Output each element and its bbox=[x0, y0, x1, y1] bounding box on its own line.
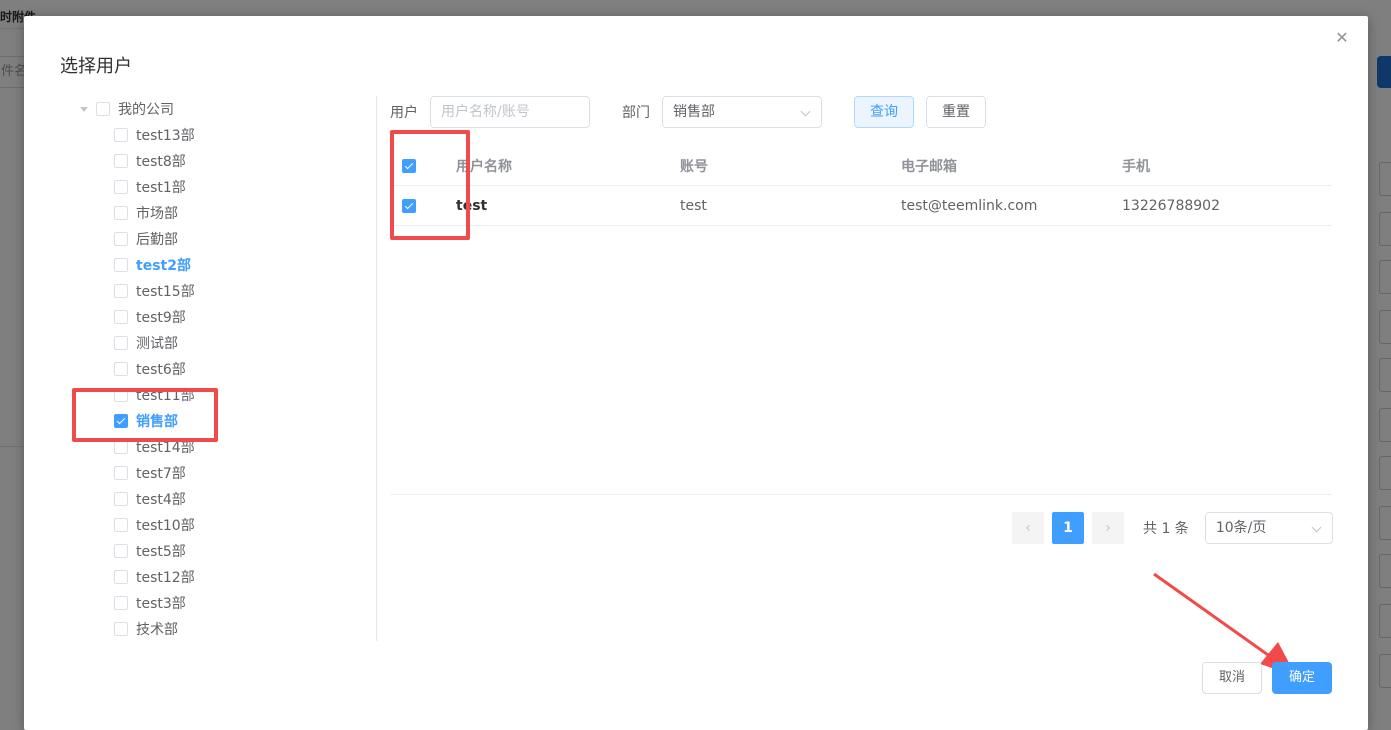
tree-node-label: 测试部 bbox=[136, 336, 178, 352]
tree-node-checkbox[interactable] bbox=[114, 232, 128, 246]
tree-node-label: test12部 bbox=[136, 570, 195, 586]
chevron-down-icon bbox=[1311, 522, 1322, 533]
column-header-name: 用户名称 bbox=[456, 158, 512, 175]
table-bottom-border bbox=[390, 494, 1332, 495]
user-search-input[interactable]: 用户名称/账号 bbox=[430, 96, 590, 128]
table-row[interactable]: test test test@teemlink.com 13226788902 bbox=[390, 186, 1332, 226]
tree-node-checkbox[interactable] bbox=[114, 180, 128, 194]
tree-node-label: 市场部 bbox=[136, 206, 178, 222]
tree-node-checkbox[interactable] bbox=[114, 336, 128, 350]
column-header-email: 电子邮箱 bbox=[901, 158, 957, 175]
tree-node-checkbox[interactable] bbox=[114, 440, 128, 454]
chevron-down-icon bbox=[800, 106, 811, 117]
confirm-button[interactable]: 确定 bbox=[1271, 662, 1332, 694]
tree-node[interactable]: test2部 bbox=[114, 252, 376, 278]
tree-node-label: test3部 bbox=[136, 596, 186, 612]
close-icon[interactable]: ✕ bbox=[1334, 30, 1350, 46]
tree-node-checkbox[interactable] bbox=[114, 310, 128, 324]
tree-node[interactable]: test15部 bbox=[114, 278, 376, 304]
tree-node-checkbox[interactable] bbox=[114, 622, 128, 636]
tree-node[interactable]: 市场部 bbox=[114, 200, 376, 226]
column-header-phone: 手机 bbox=[1122, 158, 1150, 175]
tree-node-checkbox[interactable] bbox=[114, 362, 128, 376]
tree-node-checkbox[interactable] bbox=[114, 518, 128, 532]
tree-root-checkbox[interactable] bbox=[96, 102, 110, 116]
tree-node-checkbox[interactable] bbox=[114, 284, 128, 298]
tree-node-checkbox[interactable] bbox=[114, 258, 128, 272]
tree-node-label: 后勤部 bbox=[136, 232, 178, 248]
tree-node[interactable]: test3部 bbox=[114, 590, 376, 616]
tree-node[interactable]: test7部 bbox=[114, 460, 376, 486]
tree-node[interactable]: test6部 bbox=[114, 356, 376, 382]
dept-select-value: 销售部 bbox=[673, 104, 715, 120]
dept-label: 部门 bbox=[622, 105, 650, 121]
department-tree: 我的公司 test13部 test8部 test1部 市场部 后勤部 test2部 test… bbox=[76, 96, 376, 642]
cancel-button[interactable]: 取消 bbox=[1201, 662, 1262, 694]
column-header-account: 账号 bbox=[680, 158, 708, 175]
tree-node-label: test6部 bbox=[136, 362, 186, 378]
user-label: 用户 bbox=[390, 105, 418, 121]
total-count: 共 1 条 bbox=[1143, 521, 1189, 537]
dept-select[interactable]: 销售部 bbox=[662, 96, 822, 128]
tree-node-label: test10部 bbox=[136, 518, 195, 534]
search-bar: 用户 用户名称/账号 部门 销售部 查询 重置 bbox=[390, 96, 986, 128]
query-button[interactable]: 查询 bbox=[854, 96, 914, 128]
tree-root-label: 我的公司 bbox=[118, 102, 174, 118]
pagination: ‹ 1 › 共 1 条 10条/页 bbox=[1012, 512, 1333, 544]
tree-root-node[interactable]: 我的公司 bbox=[76, 96, 376, 122]
tree-node-label: test2部 bbox=[136, 258, 191, 274]
tree-node-checkbox[interactable] bbox=[114, 570, 128, 584]
tree-node-checkbox[interactable] bbox=[114, 596, 128, 610]
tree-node-label: test7部 bbox=[136, 466, 186, 482]
user-table: 用户名称 账号 电子邮箱 手机 test test test@teemlink.… bbox=[390, 146, 1332, 226]
tree-children: test13部 test8部 test1部 市场部后勤部 test2部 test15部 te… bbox=[76, 122, 376, 642]
tree-node-checkbox[interactable] bbox=[114, 206, 128, 220]
tree-node[interactable]: test4部 bbox=[114, 486, 376, 512]
tree-node-label: test15部 bbox=[136, 284, 195, 300]
tree-node[interactable]: test12部 bbox=[114, 564, 376, 590]
dialog-footer: 取消 确定 bbox=[1192, 662, 1332, 694]
tree-node[interactable]: 后勤部 bbox=[114, 226, 376, 252]
cell-account: test bbox=[680, 197, 707, 214]
tree-node[interactable]: test1部 bbox=[114, 174, 376, 200]
tree-node-label: test9部 bbox=[136, 310, 186, 326]
cell-phone: 13226788902 bbox=[1122, 197, 1220, 214]
tree-node-label: test1部 bbox=[136, 180, 186, 196]
tree-node-checkbox[interactable] bbox=[114, 466, 128, 480]
tree-node-label: test4部 bbox=[136, 492, 186, 508]
cell-email: test@teemlink.com bbox=[901, 197, 1038, 214]
tree-node-label: test8部 bbox=[136, 154, 186, 170]
panel-divider bbox=[376, 96, 377, 641]
annotation-box-table-check bbox=[390, 130, 470, 240]
page-size-select[interactable]: 10条/页 bbox=[1204, 512, 1333, 544]
tree-node[interactable]: test8部 bbox=[114, 148, 376, 174]
select-user-dialog: 选择用户 ✕ 我的公司 test13部 test8部 test1部 市场部 后勤部 tes… bbox=[24, 16, 1368, 730]
tree-node-checkbox[interactable] bbox=[114, 544, 128, 558]
tree-node-checkbox[interactable] bbox=[114, 154, 128, 168]
tree-node[interactable]: test5部 bbox=[114, 538, 376, 564]
table-header: 用户名称 账号 电子邮箱 手机 bbox=[390, 146, 1332, 186]
prev-page-icon[interactable]: ‹ bbox=[1012, 512, 1044, 544]
tree-node-label: test5部 bbox=[136, 544, 186, 560]
tree-node[interactable]: test10部 bbox=[114, 512, 376, 538]
tree-node[interactable]: test9部 bbox=[114, 304, 376, 330]
next-page-icon[interactable]: › bbox=[1092, 512, 1124, 544]
reset-button[interactable]: 重置 bbox=[926, 96, 986, 128]
tree-node-label: test13部 bbox=[136, 128, 195, 144]
tree-node-checkbox[interactable] bbox=[114, 128, 128, 142]
tree-node[interactable]: 技术部 bbox=[114, 616, 376, 642]
tree-node[interactable]: 测试部 bbox=[114, 330, 376, 356]
tree-node-label: 技术部 bbox=[136, 622, 178, 638]
caret-down-icon[interactable] bbox=[80, 106, 88, 112]
page-number[interactable]: 1 bbox=[1052, 512, 1084, 544]
tree-node[interactable]: test13部 bbox=[114, 122, 376, 148]
page-size-value: 10条/页 bbox=[1215, 520, 1267, 536]
annotation-box-tree-check bbox=[72, 388, 218, 442]
cell-name: test bbox=[456, 197, 488, 214]
dialog-title: 选择用户 bbox=[60, 56, 132, 77]
tree-node-checkbox[interactable] bbox=[114, 492, 128, 506]
